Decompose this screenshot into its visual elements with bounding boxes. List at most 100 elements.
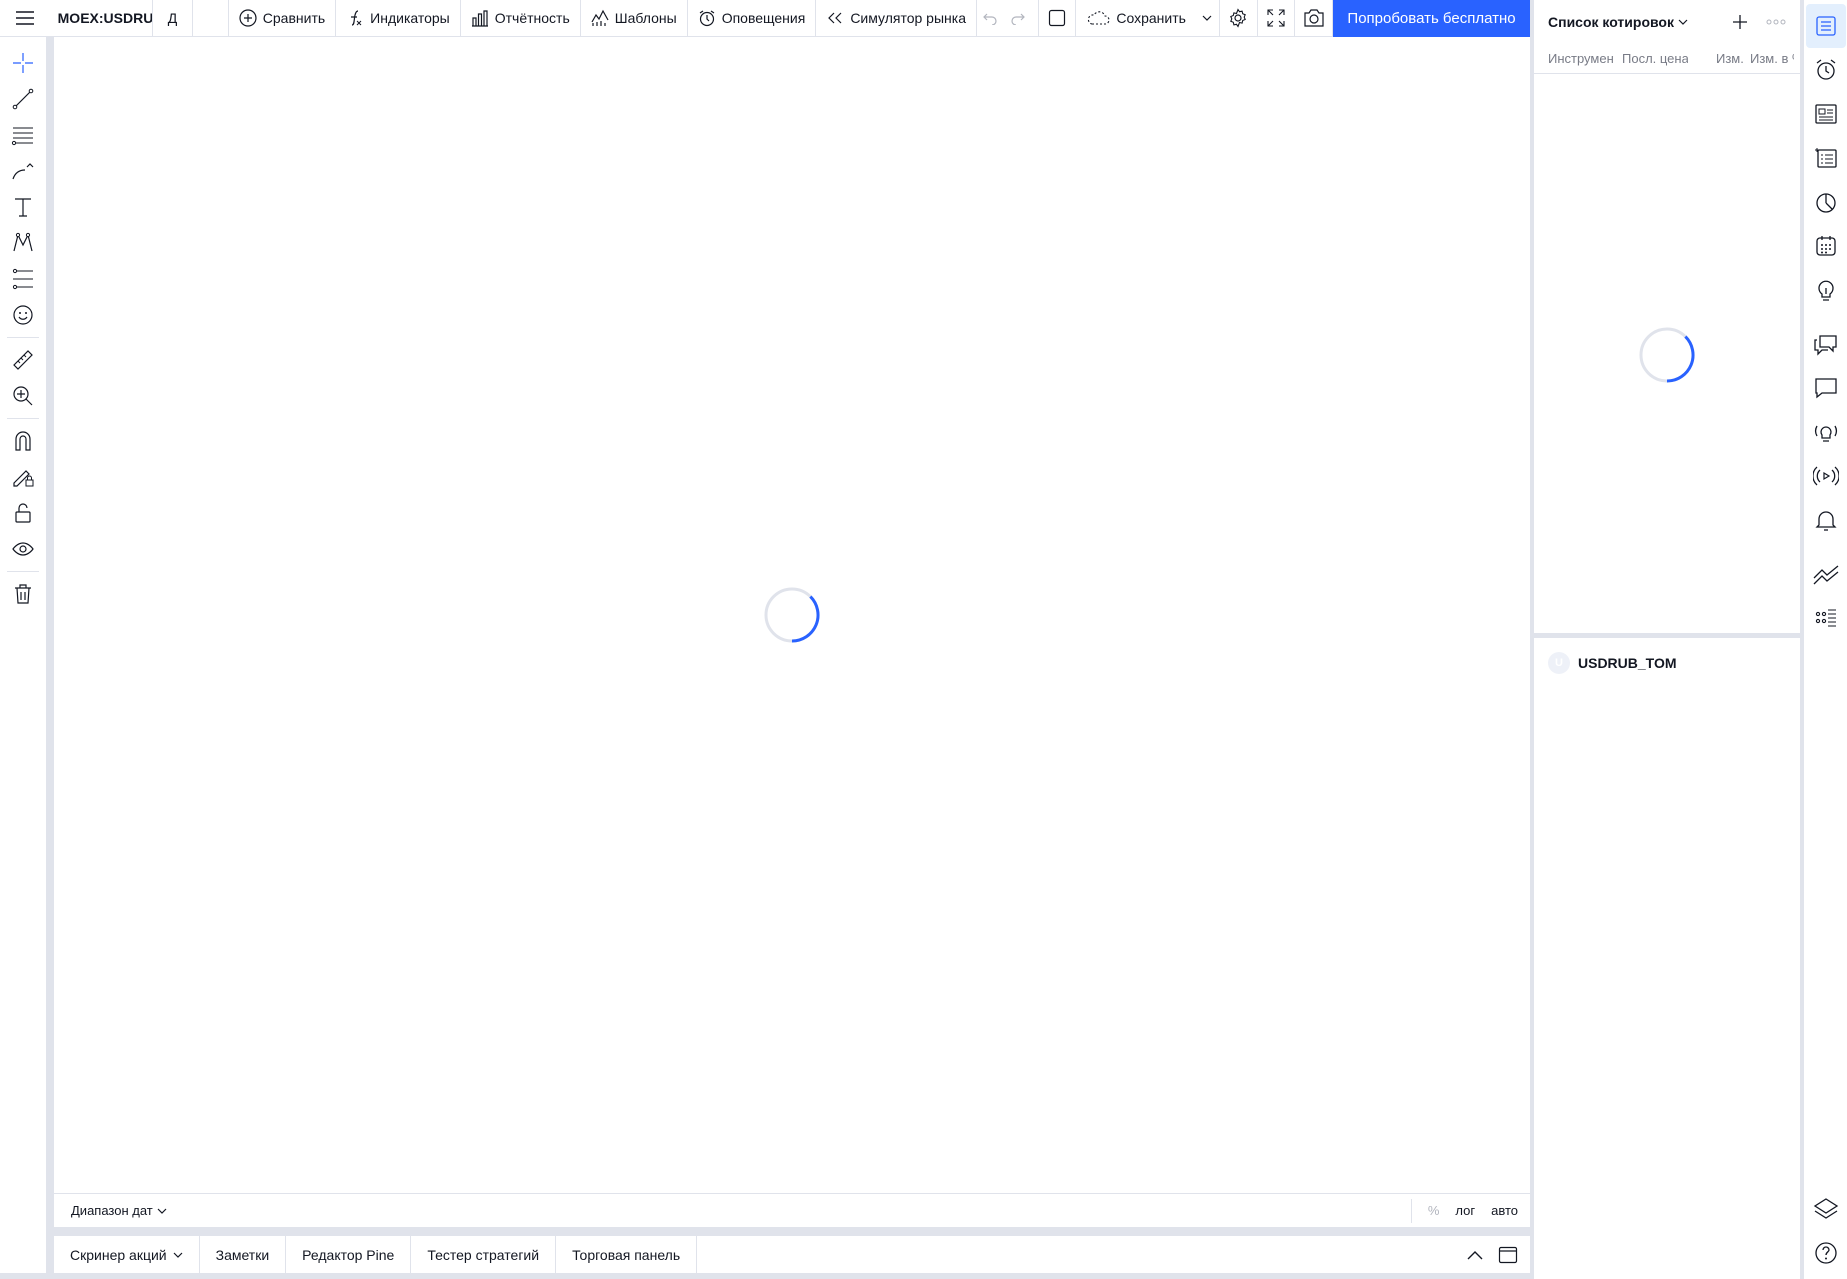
- streams-toggle[interactable]: [1806, 454, 1846, 498]
- maximize-panel-icon[interactable]: [1498, 1246, 1518, 1264]
- compare-button[interactable]: Сравнить: [229, 0, 337, 37]
- square-layout-icon: [1048, 9, 1066, 27]
- save-menu-button[interactable]: [1196, 0, 1220, 37]
- tab-notes[interactable]: Заметки: [200, 1236, 287, 1273]
- ruler-tool[interactable]: [4, 342, 42, 378]
- camera-icon: [1304, 9, 1324, 27]
- add-symbol-icon[interactable]: [1732, 14, 1748, 30]
- gear-icon: [1230, 8, 1247, 28]
- log-scale-toggle[interactable]: лог: [1455, 1203, 1475, 1218]
- watchlist-toggle[interactable]: [1805, 4, 1846, 48]
- col-symbol[interactable]: Инструмент: [1548, 51, 1614, 66]
- tab-screener-label: Скринер акций: [70, 1246, 167, 1263]
- replay-button[interactable]: Симулятор рынка: [816, 0, 977, 37]
- app-window: MOEX:USDRUB Д Сравнить Индикаторы Отчётн…: [0, 0, 1847, 1279]
- top-toolbar: MOEX:USDRUB Д Сравнить Индикаторы Отчётн…: [0, 0, 1530, 37]
- help-toggle[interactable]: [1806, 1231, 1846, 1275]
- alarm-clock-icon: [1816, 59, 1835, 80]
- ideas-toggle[interactable]: [1806, 268, 1846, 312]
- right-sidebar: [1800, 0, 1847, 1279]
- date-range-bar: Диапазон дат % лог авто: [54, 1193, 1530, 1227]
- loading-spinner: [764, 587, 820, 643]
- chart-area[interactable]: [54, 37, 1530, 1193]
- settings-button[interactable]: [1220, 0, 1258, 37]
- alerts-toggle[interactable]: [1806, 48, 1846, 92]
- symbol-logo: U: [1548, 652, 1570, 674]
- chevron-down-icon: [157, 1208, 167, 1214]
- symbol-details-header[interactable]: U USDRUB_TOM: [1534, 638, 1800, 688]
- emoji-tool[interactable]: [4, 297, 42, 333]
- interval-button[interactable]: Д: [153, 0, 193, 37]
- date-range-button[interactable]: Диапазон дат: [54, 1203, 167, 1218]
- tab-strategy-tester[interactable]: Тестер стратегий: [411, 1236, 557, 1273]
- pattern-icon: [13, 232, 33, 252]
- bell-icon: [1814, 511, 1837, 531]
- financials-button[interactable]: Отчётность: [461, 0, 581, 37]
- chats-icon: [1813, 335, 1837, 356]
- replay-label: Симулятор рынка: [850, 10, 966, 26]
- layers-toggle[interactable]: [1806, 1187, 1846, 1231]
- lock-drawing-tool[interactable]: [4, 459, 42, 495]
- chevron-down-icon: [1678, 19, 1688, 25]
- save-button[interactable]: Сохранить: [1076, 0, 1196, 37]
- watchlist-title: Список котировок: [1548, 14, 1674, 30]
- zoom-tool[interactable]: [4, 378, 42, 414]
- messages-toggle[interactable]: [1806, 366, 1846, 410]
- percent-scale-toggle[interactable]: %: [1428, 1203, 1440, 1218]
- drawing-toolbar: [0, 37, 50, 1273]
- trading-icon: [1813, 565, 1838, 585]
- col-change[interactable]: Изм.: [1716, 51, 1750, 66]
- col-last[interactable]: Посл. цена: [1622, 51, 1688, 66]
- redo-icon[interactable]: [1011, 11, 1025, 25]
- auto-scale-toggle[interactable]: авто: [1491, 1203, 1518, 1218]
- cloud-icon: [1088, 11, 1110, 25]
- watchlist-title-button[interactable]: Список котировок: [1548, 14, 1688, 30]
- scale-options: % лог авто: [1410, 1198, 1530, 1223]
- try-free-button[interactable]: Попробовать бесплатно: [1333, 0, 1530, 37]
- notifications-toggle[interactable]: [1806, 498, 1846, 542]
- chevron-up-icon[interactable]: [1466, 1249, 1484, 1261]
- indicators-button[interactable]: Индикаторы: [336, 0, 461, 37]
- pattern-tool[interactable]: [4, 225, 42, 261]
- tab-pine-editor[interactable]: Редактор Pine: [286, 1236, 412, 1273]
- chats-toggle[interactable]: [1806, 322, 1846, 366]
- undo-icon[interactable]: [983, 11, 997, 25]
- lock-tool[interactable]: [4, 495, 42, 531]
- news-icon: [1814, 104, 1837, 124]
- tab-screener[interactable]: Скринер акций: [54, 1236, 200, 1273]
- lock-drawing-icon: [13, 470, 34, 487]
- brush-tool[interactable]: [4, 153, 42, 189]
- chart-style-button[interactable]: [193, 0, 229, 37]
- calendar-toggle[interactable]: [1806, 224, 1846, 268]
- menu-button[interactable]: [0, 0, 50, 37]
- symbol-details-panel: U USDRUB_TOM: [1534, 638, 1800, 1279]
- crosshair-tool[interactable]: [4, 45, 42, 81]
- tab-trading-panel[interactable]: Торговая панель: [556, 1236, 698, 1273]
- data-window-toggle[interactable]: [1806, 180, 1846, 224]
- forecast-tool[interactable]: [4, 261, 42, 297]
- news-toggle[interactable]: [1806, 92, 1846, 136]
- text-tool[interactable]: [4, 189, 42, 225]
- alerts-button[interactable]: Оповещения: [688, 0, 817, 37]
- fullscreen-button[interactable]: [1258, 0, 1296, 37]
- trading-toggle[interactable]: [1806, 552, 1846, 596]
- lightbulb-icon: [1817, 280, 1834, 301]
- magnet-tool[interactable]: [4, 423, 42, 459]
- templates-button[interactable]: Шаблоны: [581, 0, 688, 37]
- idea-stream-toggle[interactable]: [1806, 410, 1846, 454]
- fib-icon: [11, 127, 33, 146]
- more-icon[interactable]: [1766, 19, 1786, 25]
- toolbar-divider: [7, 418, 39, 419]
- dom-toggle[interactable]: [1806, 596, 1846, 640]
- remove-drawings-tool[interactable]: [4, 576, 42, 612]
- watchlist-icon: [1815, 16, 1836, 36]
- col-change-pct[interactable]: Изм. в %: [1750, 51, 1794, 66]
- layout-button[interactable]: [1039, 0, 1077, 37]
- trend-line-tool[interactable]: [4, 81, 42, 117]
- lightbulb-broadcast-icon: [1814, 425, 1837, 442]
- snapshot-button[interactable]: [1295, 0, 1333, 37]
- hide-tool[interactable]: [4, 531, 42, 567]
- fib-tool[interactable]: [4, 117, 42, 153]
- object-tree-toggle[interactable]: [1806, 136, 1846, 180]
- symbol-search-button[interactable]: MOEX:USDRUB: [50, 0, 154, 37]
